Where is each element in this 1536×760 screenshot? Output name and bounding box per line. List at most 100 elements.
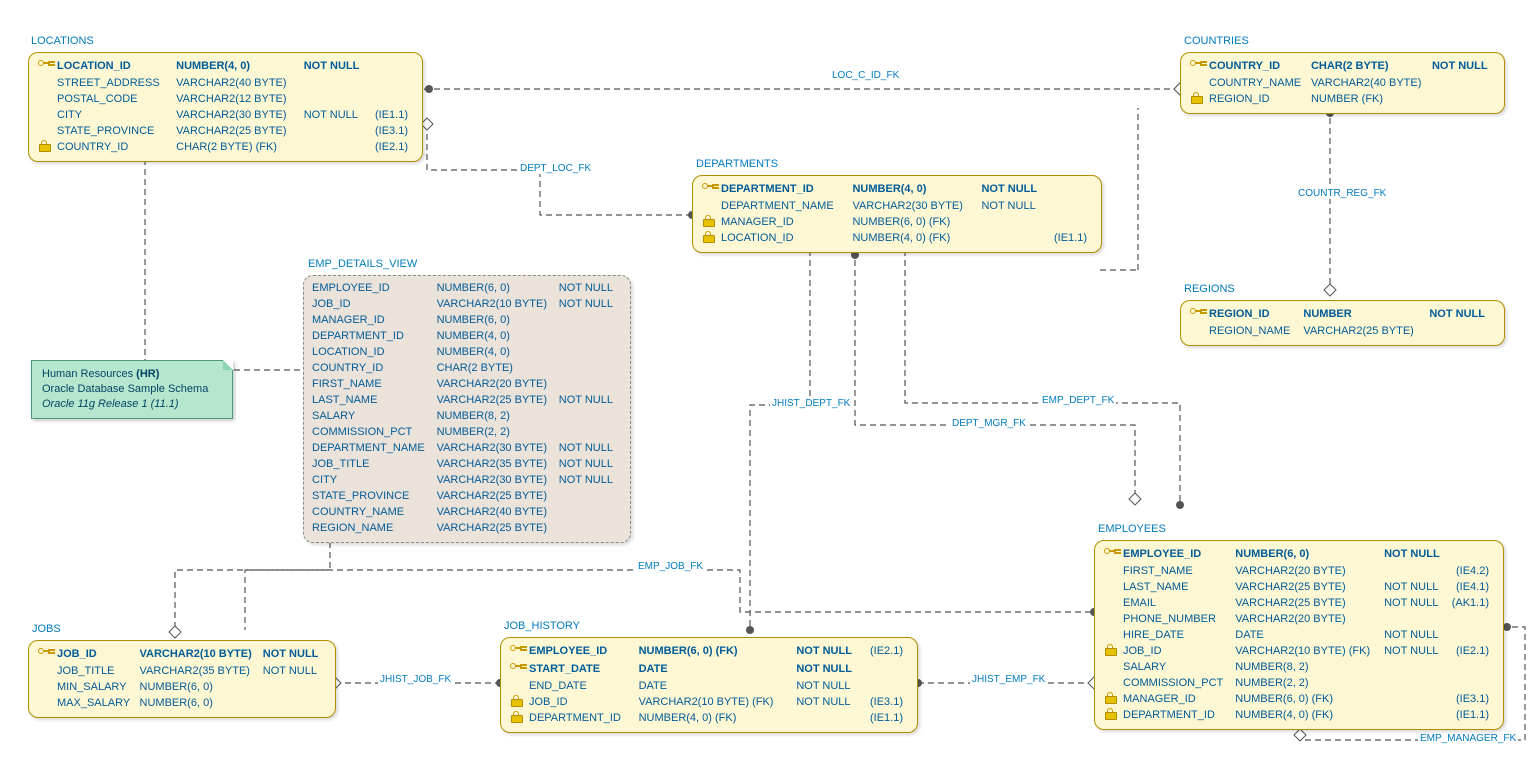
column-row: MIN_SALARYNUMBER(6, 0) bbox=[37, 679, 327, 695]
column-name: LOCATION_ID bbox=[721, 230, 852, 246]
column-type: NUMBER(8, 2) bbox=[1235, 659, 1384, 675]
column-name: REGION_NAME bbox=[312, 520, 437, 536]
columns-job-history: EMPLOYEE_IDNUMBER(6, 0) (FK)NOT NULL(IE2… bbox=[509, 642, 909, 726]
column-name: JOB_ID bbox=[1123, 643, 1235, 659]
column-null: NOT NULL bbox=[263, 663, 327, 679]
columns-departments: DEPARTMENT_IDNUMBER(4, 0)NOT NULLDEPARTM… bbox=[701, 180, 1093, 246]
column-null bbox=[1384, 563, 1449, 579]
note-title-prefix: Human Resources bbox=[42, 368, 136, 380]
column-row: JOB_IDVARCHAR2(10 BYTE) (FK)NOT NULL(IE3… bbox=[509, 694, 909, 710]
column-type: DATE bbox=[639, 660, 797, 678]
entity-title-locations: LOCATIONS bbox=[31, 35, 94, 47]
column-name: STATE_PROVINCE bbox=[312, 488, 437, 504]
column-index bbox=[1449, 627, 1495, 643]
column-type: NUMBER(6, 0) bbox=[437, 312, 559, 328]
column-name: DEPARTMENT_ID bbox=[1123, 707, 1235, 723]
entity-title-jobs: JOBS bbox=[32, 623, 61, 635]
column-row: JOB_IDVARCHAR2(10 BYTE)NOT NULL bbox=[37, 645, 327, 663]
column-row: DEPARTMENT_IDNUMBER(4, 0) (FK)(IE1.1) bbox=[509, 710, 909, 726]
column-index bbox=[1449, 545, 1495, 563]
column-null: NOT NULL bbox=[1384, 579, 1449, 595]
column-row: MANAGER_IDNUMBER(6, 0) bbox=[312, 312, 622, 328]
entity-title-departments: DEPARTMENTS bbox=[696, 158, 778, 170]
entity-emp-details-view[interactable]: EMPLOYEE_IDNUMBER(6, 0)NOT NULLJOB_IDVAR… bbox=[303, 275, 631, 543]
column-type: VARCHAR2(12 BYTE) bbox=[176, 91, 304, 107]
column-null: NOT NULL bbox=[796, 642, 865, 660]
column-name: REGION_NAME bbox=[1209, 323, 1303, 339]
fk-label-countr-reg: COUNTR_REG_FK bbox=[1296, 188, 1388, 199]
column-row: DEPARTMENT_NAMEVARCHAR2(30 BYTE)NOT NULL bbox=[312, 440, 622, 456]
fk-label-dept-loc: DEPT_LOC_FK bbox=[518, 163, 593, 174]
column-name: DEPARTMENT_ID bbox=[721, 180, 852, 198]
foreign-key-icon bbox=[1191, 92, 1201, 102]
column-null bbox=[1432, 75, 1496, 91]
column-index bbox=[1050, 198, 1093, 214]
entity-locations[interactable]: LOCATION_IDNUMBER(4, 0)NOT NULLSTREET_AD… bbox=[28, 52, 423, 162]
column-name: EMAIL bbox=[1123, 595, 1235, 611]
column-row: LOCATION_IDNUMBER(4, 0) bbox=[312, 344, 622, 360]
column-null: NOT NULL bbox=[559, 472, 622, 488]
entity-title-employees: EMPLOYEES bbox=[1098, 523, 1166, 535]
column-type: NUMBER(6, 0) bbox=[140, 695, 263, 711]
column-row: COMMISSION_PCTNUMBER(2, 2) bbox=[1103, 675, 1495, 691]
column-row: STATE_PROVINCEVARCHAR2(25 BYTE)(IE3.1) bbox=[37, 123, 414, 139]
entity-jobs[interactable]: JOB_IDVARCHAR2(10 BYTE)NOT NULLJOB_TITLE… bbox=[28, 640, 336, 718]
column-name: CITY bbox=[312, 472, 437, 488]
entity-departments[interactable]: DEPARTMENT_IDNUMBER(4, 0)NOT NULLDEPARTM… bbox=[692, 175, 1102, 253]
entity-countries[interactable]: COUNTRY_IDCHAR(2 BYTE)NOT NULLCOUNTRY_NA… bbox=[1180, 52, 1505, 114]
column-row: EMPLOYEE_IDNUMBER(6, 0)NOT NULL bbox=[1103, 545, 1495, 563]
foreign-key-icon bbox=[703, 215, 713, 225]
column-type: NUMBER(2, 2) bbox=[437, 424, 559, 440]
column-type: NUMBER(4, 0) bbox=[437, 344, 559, 360]
column-type: VARCHAR2(30 BYTE) bbox=[852, 198, 981, 214]
columns-countries: COUNTRY_IDCHAR(2 BYTE)NOT NULLCOUNTRY_NA… bbox=[1189, 57, 1496, 107]
column-name: LAST_NAME bbox=[312, 392, 437, 408]
column-name: EMPLOYEE_ID bbox=[529, 642, 639, 660]
column-index bbox=[1449, 611, 1495, 627]
column-null: NOT NULL bbox=[981, 198, 1049, 214]
entity-regions[interactable]: REGION_IDNUMBERNOT NULLREGION_NAMEVARCHA… bbox=[1180, 300, 1505, 346]
column-index: (IE4.1) bbox=[1449, 579, 1495, 595]
column-null bbox=[559, 424, 622, 440]
column-row: COMMISSION_PCTNUMBER(2, 2) bbox=[312, 424, 622, 440]
column-type: VARCHAR2(10 BYTE) (FK) bbox=[639, 694, 797, 710]
column-row: POSTAL_CODEVARCHAR2(12 BYTE) bbox=[37, 91, 414, 107]
column-index bbox=[1449, 659, 1495, 675]
column-row: STREET_ADDRESSVARCHAR2(40 BYTE) bbox=[37, 75, 414, 91]
column-index bbox=[371, 75, 414, 91]
column-null: NOT NULL bbox=[304, 57, 372, 75]
column-index: (IE1.1) bbox=[865, 710, 909, 726]
column-row: EMAILVARCHAR2(25 BYTE)NOT NULL(AK1.1) bbox=[1103, 595, 1495, 611]
column-type: NUMBER(8, 2) bbox=[437, 408, 559, 424]
column-row: STATE_PROVINCEVARCHAR2(25 BYTE) bbox=[312, 488, 622, 504]
column-type: NUMBER bbox=[1303, 305, 1429, 323]
column-name: STREET_ADDRESS bbox=[57, 75, 176, 91]
column-row: SALARYNUMBER(8, 2) bbox=[1103, 659, 1495, 675]
column-index: (IE4.2) bbox=[1449, 563, 1495, 579]
column-row: DEPARTMENT_NAMEVARCHAR2(30 BYTE)NOT NULL bbox=[701, 198, 1093, 214]
column-index: (IE2.1) bbox=[865, 642, 909, 660]
column-null: NOT NULL bbox=[1384, 595, 1449, 611]
column-type: VARCHAR2(25 BYTE) bbox=[1235, 579, 1384, 595]
column-row: LOCATION_IDNUMBER(4, 0) (FK)(IE1.1) bbox=[701, 230, 1093, 246]
column-null: NOT NULL bbox=[263, 645, 327, 663]
primary-key-icon bbox=[1190, 306, 1202, 318]
column-name: DEPARTMENT_NAME bbox=[721, 198, 852, 214]
column-null bbox=[559, 376, 622, 392]
column-row: COUNTRY_NAMEVARCHAR2(40 BYTE) bbox=[312, 504, 622, 520]
entity-job-history[interactable]: EMPLOYEE_IDNUMBER(6, 0) (FK)NOT NULL(IE2… bbox=[500, 637, 918, 733]
column-index: (IE3.1) bbox=[371, 123, 414, 139]
column-type: NUMBER(4, 0) (FK) bbox=[639, 710, 797, 726]
column-type: NUMBER(6, 0) bbox=[437, 280, 559, 296]
column-type: NUMBER(4, 0) bbox=[176, 57, 304, 75]
columns-emp-details-view: EMPLOYEE_IDNUMBER(6, 0)NOT NULLJOB_IDVAR… bbox=[312, 280, 622, 536]
column-null bbox=[304, 75, 372, 91]
column-name: LOCATION_ID bbox=[312, 344, 437, 360]
column-type: VARCHAR2(35 BYTE) bbox=[437, 456, 559, 472]
column-index bbox=[1050, 214, 1093, 230]
column-row: MANAGER_IDNUMBER(6, 0) (FK) bbox=[701, 214, 1093, 230]
fk-label-emp-dept: EMP_DEPT_FK bbox=[1040, 395, 1116, 406]
column-type: VARCHAR2(40 BYTE) bbox=[1311, 75, 1432, 91]
column-type: VARCHAR2(25 BYTE) bbox=[1235, 595, 1384, 611]
entity-employees[interactable]: EMPLOYEE_IDNUMBER(6, 0)NOT NULLFIRST_NAM… bbox=[1094, 540, 1504, 730]
